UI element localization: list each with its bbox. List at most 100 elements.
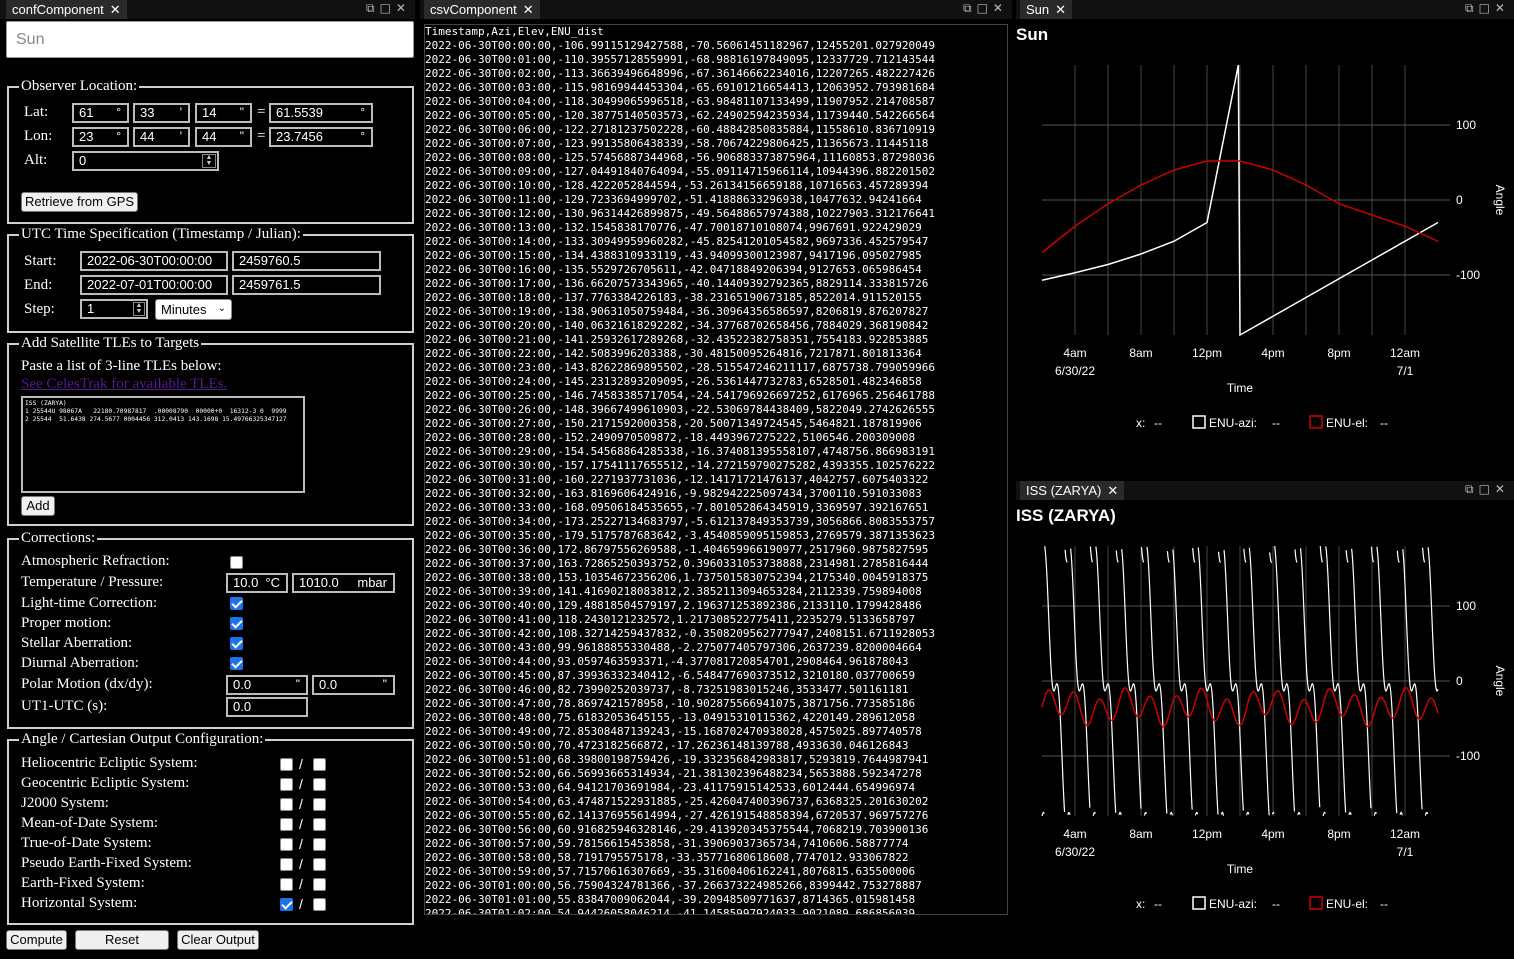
- legend-azi-swatch: [1192, 415, 1206, 429]
- arcsec-symbol: ": [295, 677, 300, 691]
- lat-sec-input[interactable]: 14 ": [195, 103, 252, 123]
- time-legend: UTC Time Specification (Timestamp / Juli…: [21, 226, 301, 242]
- tle-textarea[interactable]: ISS (ZARYA) 1 25544U 98067A 22180.709878…: [21, 396, 305, 493]
- cartesian-output-checkbox[interactable]: [313, 898, 326, 911]
- compute-button[interactable]: Compute: [6, 930, 67, 950]
- light-time-checkbox[interactable]: [230, 597, 243, 610]
- csv-row: 2022-06-30T01:02:00,54.94426058046214,-4…: [425, 907, 916, 915]
- separator-slash: /: [299, 816, 303, 832]
- lat-deg-input[interactable]: 61 °: [72, 103, 129, 123]
- window-controls[interactable]: ⧉□✕: [1465, 1, 1510, 16]
- cartesian-output-checkbox[interactable]: [313, 838, 326, 851]
- clear-output-button[interactable]: Clear Output: [177, 930, 259, 950]
- output-system-label: Pseudo Earth-Fixed System:: [21, 855, 192, 871]
- cartesian-output-checkbox[interactable]: [313, 818, 326, 831]
- legend-el-swatch: [1309, 415, 1323, 429]
- iss-chart-svg[interactable]: 100 0 -100 4am 8am 12pm 4pm 8pm 12am 6/30/22 7/1 Ti…: [1016, 501, 1514, 959]
- y-tick-label: -100: [1456, 749, 1480, 763]
- end-julian-input[interactable]: 2459761.5: [232, 275, 381, 295]
- light-time-label: Light-time Correction:: [21, 595, 158, 611]
- lat-decimal-input[interactable]: 61.5539 °: [269, 103, 373, 123]
- cartesian-output-checkbox[interactable]: [313, 798, 326, 811]
- start-timestamp-input[interactable]: 2022-06-30T00:00:00: [80, 251, 228, 271]
- polar-dy-input[interactable]: 0.0 ": [312, 675, 395, 695]
- legend-el-label: ENU-el:: [1326, 897, 1368, 911]
- y-tick-label: 0: [1456, 193, 1463, 207]
- angle-output-checkbox[interactable]: [280, 818, 293, 831]
- refraction-checkbox[interactable]: [230, 556, 243, 569]
- angle-output-checkbox[interactable]: [280, 858, 293, 871]
- x-tick-label: 4am: [1063, 346, 1086, 360]
- target-input[interactable]: Sun: [6, 21, 414, 58]
- csv-row: 2022-06-30T00:21:00,-141.25932617289268,…: [425, 333, 929, 346]
- x-sublabel: 6/30/22: [1055, 845, 1095, 859]
- angle-output-checkbox[interactable]: [280, 798, 293, 811]
- csv-output-textarea[interactable]: Timestamp,Azi,Elev,ENU_dist 2022-06-30T00…: [424, 24, 1008, 915]
- lon-sec-input[interactable]: 44 ": [195, 127, 252, 147]
- stellar-aberration-checkbox[interactable]: [230, 637, 243, 650]
- csv-row: 2022-06-30T00:08:00,-125.57456887344968,…: [425, 151, 935, 164]
- diurnal-aberration-checkbox[interactable]: [230, 657, 243, 670]
- lat-min-input[interactable]: 33 ': [133, 103, 190, 123]
- polar-motion-label: Polar Motion (dx/dy):: [21, 676, 153, 692]
- end-timestamp-input[interactable]: 2022-07-01T00:00:00: [80, 275, 228, 295]
- angle-output-checkbox[interactable]: [280, 778, 293, 791]
- angle-output-checkbox[interactable]: [280, 838, 293, 851]
- csv-row: 2022-06-30T00:14:00,-133.30949959960282,…: [425, 235, 929, 248]
- add-tle-button[interactable]: Add: [21, 496, 55, 516]
- retrieve-gps-button[interactable]: Retrieve from GPS: [21, 192, 138, 212]
- lon-decimal-input[interactable]: 23.7456 °: [269, 127, 373, 147]
- cartesian-output-checkbox[interactable]: [313, 778, 326, 791]
- csv-row: 2022-06-30T01:00:00,56.75904324781366,-3…: [425, 879, 922, 892]
- legend-el-label: ENU-el:: [1326, 416, 1368, 430]
- step-unit-select[interactable]: Minutes ⌄: [155, 299, 232, 320]
- celestrak-link[interactable]: See CelesTrak for available TLEs.: [21, 376, 227, 393]
- iss-chart-panel: ISS (ZARYA) ✕ ⧉□✕ ISS (ZARYA) 100 0 -100 4am…: [1016, 481, 1514, 959]
- spinner-icon[interactable]: ▲ ▼: [202, 154, 216, 168]
- alt-input[interactable]: 0 ▲ ▼: [72, 151, 219, 171]
- proper-motion-checkbox[interactable]: [230, 617, 243, 630]
- csv-row: 2022-06-30T00:10:00,-128.4222052844594,-…: [425, 179, 929, 192]
- cartesian-output-checkbox[interactable]: [313, 758, 326, 771]
- lon-deg-input[interactable]: 23 °: [72, 127, 129, 147]
- temperature-input[interactable]: 10.0 °C: [226, 573, 288, 593]
- lon-label: Lon:: [24, 128, 53, 144]
- x-sublabel: 7/1: [1397, 364, 1414, 378]
- tab-csvcomponent[interactable]: csvComponent ✕: [424, 0, 540, 19]
- end-label: End:: [24, 277, 53, 293]
- cartesian-output-checkbox[interactable]: [313, 858, 326, 871]
- spinner-icon[interactable]: ▲ ▼: [133, 302, 145, 316]
- angle-output-checkbox[interactable]: [280, 898, 293, 911]
- csv-row: 2022-06-30T00:38:00,153.10354672356206,1…: [425, 571, 929, 584]
- tab-sun[interactable]: Sun ✕: [1020, 0, 1073, 19]
- tab-iss[interactable]: ISS (ZARYA) ✕: [1020, 481, 1125, 500]
- arcsec-symbol: ": [382, 677, 387, 691]
- start-julian-input[interactable]: 2459760.5: [232, 251, 381, 271]
- window-controls[interactable]: ⧉□✕: [366, 1, 411, 16]
- window-controls[interactable]: ⧉□✕: [1465, 482, 1510, 497]
- tab-confcomponent[interactable]: confComponent ✕: [6, 0, 127, 19]
- cartesian-output-checkbox[interactable]: [313, 878, 326, 891]
- close-icon[interactable]: ✕: [110, 2, 121, 17]
- csv-row: 2022-06-30T00:19:00,-138.90631050759484,…: [425, 305, 929, 318]
- csv-row: 2022-06-30T00:59:00,57.71570616307669,-3…: [425, 865, 916, 878]
- angle-output-checkbox[interactable]: [280, 758, 293, 771]
- separator-slash: /: [299, 756, 303, 772]
- close-icon[interactable]: ✕: [1107, 483, 1118, 498]
- reset-button[interactable]: Reset: [75, 930, 169, 950]
- separator-slash: /: [299, 856, 303, 872]
- legend-el-value: --: [1380, 416, 1388, 430]
- sun-chart-svg[interactable]: 100 0 -100 4am 8am 12pm 4pm 8pm 12am 6/30/22 7/1 Ti…: [1016, 20, 1514, 476]
- csv-row: 2022-06-30T00:45:00,87.39936332340412,-6…: [425, 669, 916, 682]
- pressure-input[interactable]: 1010.0 mbar: [292, 573, 395, 593]
- close-icon[interactable]: ✕: [1055, 2, 1066, 17]
- step-input[interactable]: 1 ▲ ▼: [80, 299, 148, 319]
- close-icon[interactable]: ✕: [523, 2, 534, 17]
- temp-unit: °C: [265, 575, 280, 590]
- lon-min-input[interactable]: 44 ': [133, 127, 190, 147]
- window-controls[interactable]: ⧉□✕: [963, 1, 1008, 16]
- conf-panel: confComponent ✕ ⧉□✕ Sun Observer Location…: [0, 0, 415, 959]
- ut1-input[interactable]: 0.0: [226, 697, 308, 717]
- polar-dx-input[interactable]: 0.0 ": [226, 675, 308, 695]
- angle-output-checkbox[interactable]: [280, 878, 293, 891]
